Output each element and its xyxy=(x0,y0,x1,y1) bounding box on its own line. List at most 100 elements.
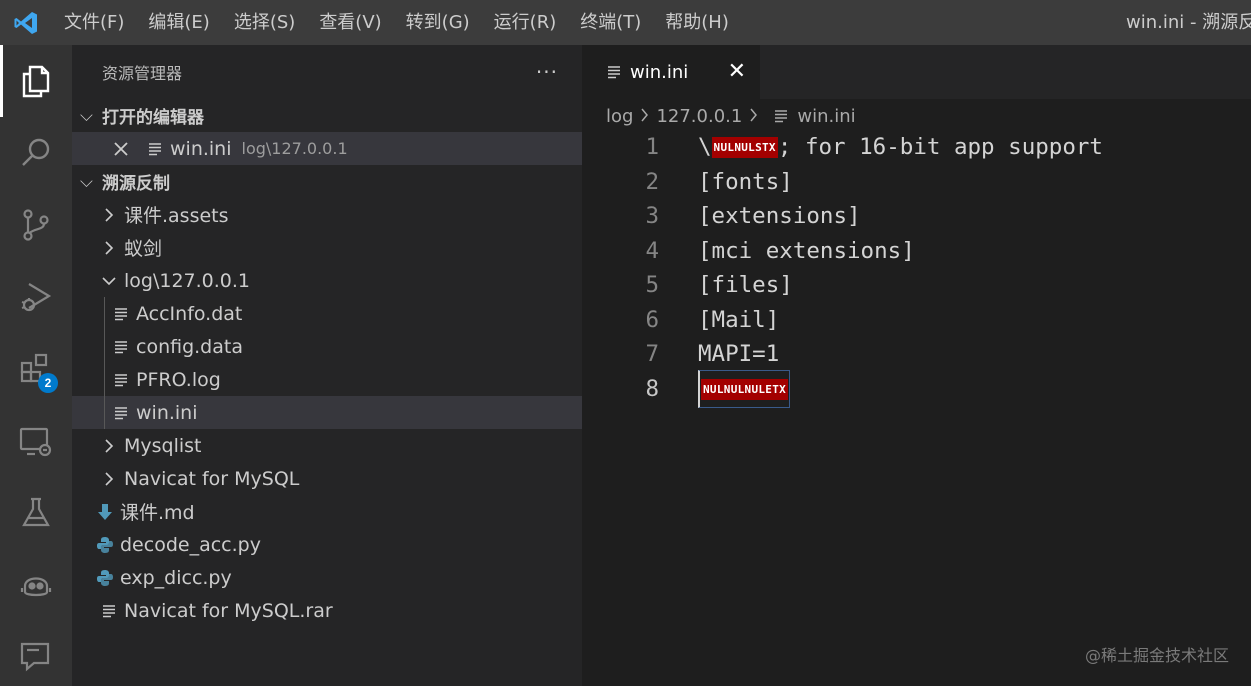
chevron-right-icon xyxy=(98,468,120,490)
line-text: [mci extensions] xyxy=(698,237,915,264)
menu-selection[interactable]: 选择(S) xyxy=(222,0,307,45)
python-file-icon xyxy=(94,567,116,589)
tree-file-decode-acc[interactable]: decode_acc.py xyxy=(72,528,582,561)
tree-item-label: config.data xyxy=(136,335,243,358)
code-line-current: 8 NULNULNULETX xyxy=(582,369,1251,408)
tree-item-label: Navicat for MySQL.rar xyxy=(124,599,333,622)
breadcrumb-item[interactable]: 127.0.0.1 xyxy=(656,106,742,127)
line-number: 2 xyxy=(645,168,659,195)
line-number: 7 xyxy=(645,341,659,368)
section-label: 溯源反制 xyxy=(102,174,170,194)
tab-winini[interactable]: win.ini ✕ xyxy=(582,45,760,99)
menu-edit[interactable]: 编辑(E) xyxy=(136,0,221,45)
activity-bar: 2 xyxy=(0,45,72,686)
breadcrumb-item[interactable]: log xyxy=(606,106,633,127)
code-line: 6 [Mail] xyxy=(582,303,1251,338)
line-number: 4 xyxy=(645,237,659,264)
section-label: 打开的编辑器 xyxy=(102,108,204,128)
menu-bar: 文件(F) 编辑(E) 选择(S) 查看(V) 转到(G) 运行(R) 终端(T… xyxy=(52,0,741,45)
tab-close-icon[interactable]: ✕ xyxy=(728,59,746,84)
workspace-section[interactable]: ⌵ 溯源反制 xyxy=(72,165,582,198)
code-line: 4 [mci extensions] xyxy=(582,234,1251,269)
run-debug-icon[interactable] xyxy=(0,261,72,333)
tree-item-label: Navicat for MySQL xyxy=(124,467,300,490)
extensions-icon[interactable]: 2 xyxy=(0,333,72,405)
tree-folder-mysqlist[interactable]: Mysqlist xyxy=(72,429,582,462)
line-number: 5 xyxy=(645,272,659,299)
python-file-icon xyxy=(94,534,116,556)
tree-item-label: log\127.0.0.1 xyxy=(124,269,251,292)
tree-item-label: PFRO.log xyxy=(136,368,221,391)
control-char-badge: NULNULNULETX xyxy=(701,378,789,400)
watermark: @稀土掘金技术社区 xyxy=(1084,646,1229,665)
search-icon[interactable] xyxy=(0,117,72,189)
line-text: MAPI=1 xyxy=(698,341,780,368)
menu-terminal[interactable]: 终端(T) xyxy=(568,0,653,45)
tree-file-exp-dicc[interactable]: exp_dicc.py xyxy=(72,561,582,594)
chevron-right-icon xyxy=(98,204,120,226)
tree-folder-antsword[interactable]: 蚁剑 xyxy=(72,231,582,264)
sidebar-header: 资源管理器 ··· xyxy=(72,45,582,99)
code-line: 2 [fonts] xyxy=(582,165,1251,200)
tree-file-courseware-md[interactable]: 课件.md xyxy=(72,495,582,528)
tree-file-navicat-rar[interactable]: Navicat for MySQL.rar xyxy=(72,594,582,627)
open-editor-item[interactable]: win.ini log\127.0.0.1 xyxy=(72,132,582,165)
tree-item-label: win.ini xyxy=(136,401,198,424)
tree-folder-navicat[interactable]: Navicat for MySQL xyxy=(72,462,582,495)
text-file-icon xyxy=(606,64,622,80)
title-bar: 文件(F) 编辑(E) 选择(S) 查看(V) 转到(G) 运行(R) 终端(T… xyxy=(0,0,1251,45)
code-line: 5 [files] xyxy=(582,268,1251,303)
chevron-right-icon xyxy=(98,237,120,259)
menu-run[interactable]: 运行(R) xyxy=(482,0,569,45)
control-char-badge: NULNULSTX xyxy=(711,137,778,159)
extensions-badge: 2 xyxy=(38,373,58,393)
remote-explorer-icon[interactable] xyxy=(0,405,72,477)
code-line: 7 MAPI=1 xyxy=(582,337,1251,372)
close-icon[interactable] xyxy=(110,138,132,160)
text-file-icon xyxy=(144,138,166,160)
line-number: 3 xyxy=(645,203,659,230)
tree-item-label: exp_dicc.py xyxy=(120,566,232,589)
breadcrumb: log 127.0.0.1 win.ini xyxy=(582,99,1251,133)
tree-item-label: decode_acc.py xyxy=(120,533,261,556)
source-control-icon[interactable] xyxy=(0,189,72,261)
tree-file-winini[interactable]: win.ini xyxy=(72,396,582,429)
line-number: 6 xyxy=(645,306,659,333)
tree-item-label: Mysqlist xyxy=(124,434,202,457)
chevron-down-icon: ⌵ xyxy=(80,171,93,192)
menu-help[interactable]: 帮助(H) xyxy=(653,0,741,45)
tree-folder-assets[interactable]: 课件.assets xyxy=(72,198,582,231)
open-editor-name: win.ini xyxy=(170,137,232,160)
explorer-icon[interactable] xyxy=(0,45,72,117)
menu-go[interactable]: 转到(G) xyxy=(394,0,482,45)
tree-folder-log[interactable]: log\127.0.0.1 xyxy=(72,264,582,297)
window-title: win.ini - 溯源反制 xyxy=(1126,12,1251,33)
tab-bar: win.ini ✕ xyxy=(582,45,1251,99)
sidebar-title: 资源管理器 xyxy=(102,64,183,83)
tree-file-accinfo[interactable]: AccInfo.dat xyxy=(72,297,582,330)
chevron-right-icon xyxy=(640,106,649,127)
menu-file[interactable]: 文件(F) xyxy=(52,0,136,45)
code-editor[interactable]: 1 \ NULNULSTX; for 16-bit app support 2 [… xyxy=(582,130,1251,408)
line-text: NULNULNULETX xyxy=(698,369,791,408)
menu-view[interactable]: 查看(V) xyxy=(307,0,393,45)
explorer-sidebar: 资源管理器 ··· ⌵ 打开的编辑器 win.ini log\127.0.0.1… xyxy=(72,45,582,686)
more-actions-button[interactable]: ··· xyxy=(536,60,558,84)
chevron-down-icon xyxy=(98,270,120,292)
line-text: \ NULNULSTX; for 16-bit app support xyxy=(698,134,1103,161)
indent-guide xyxy=(104,330,105,363)
line-number: 1 xyxy=(645,134,659,161)
open-editors-section[interactable]: ⌵ 打开的编辑器 xyxy=(72,99,582,132)
tree-item-label: 课件.assets xyxy=(124,205,229,227)
tree-file-pfro[interactable]: PFRO.log xyxy=(72,363,582,396)
chevron-down-icon: ⌵ xyxy=(80,105,93,126)
code-line: 1 \ NULNULSTX; for 16-bit app support xyxy=(582,130,1251,165)
comments-icon[interactable] xyxy=(0,621,72,686)
text-file-icon xyxy=(773,108,789,124)
testing-icon[interactable] xyxy=(0,477,72,549)
breadcrumb-item[interactable]: win.ini xyxy=(797,106,855,127)
open-editor-path: log\127.0.0.1 xyxy=(241,139,348,158)
tree-file-config[interactable]: config.data xyxy=(72,330,582,363)
vscode-logo-icon xyxy=(0,0,52,45)
copilot-icon[interactable] xyxy=(0,549,72,621)
